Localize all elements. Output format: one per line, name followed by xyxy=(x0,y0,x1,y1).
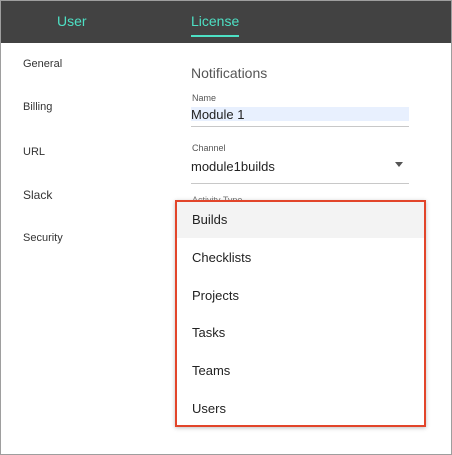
sidebar-item-slack[interactable]: Slack xyxy=(23,188,52,202)
channel-field-underline xyxy=(191,183,409,184)
dropdown-option-builds[interactable]: Builds xyxy=(177,202,424,238)
settings-window: User License General Billing URL Slack S… xyxy=(0,0,452,455)
tab-user[interactable]: User xyxy=(57,13,87,29)
dropdown-option-label: Projects xyxy=(192,288,239,303)
dropdown-option-label: Tasks xyxy=(192,325,226,340)
name-field[interactable] xyxy=(191,107,409,121)
dropdown-option-teams[interactable]: Teams xyxy=(177,353,424,389)
dropdown-option-users[interactable]: Users xyxy=(177,391,424,427)
chevron-down-icon xyxy=(395,162,403,167)
active-tab-indicator xyxy=(191,35,239,37)
sidebar-item-url[interactable]: URL xyxy=(23,146,45,158)
dropdown-option-label: Checklists xyxy=(192,250,252,265)
dropdown-option-checklists[interactable]: Checklists xyxy=(177,240,424,276)
name-field-underline xyxy=(191,126,409,127)
tab-license[interactable]: License xyxy=(191,13,239,29)
channel-select[interactable]: module1builds xyxy=(189,151,411,185)
dropdown-option-tasks[interactable]: Tasks xyxy=(177,315,424,351)
name-field-label: Name xyxy=(192,93,217,103)
dropdown-option-label: Teams xyxy=(192,363,231,378)
dropdown-option-label: Builds xyxy=(192,212,228,227)
top-nav-bar: User License xyxy=(1,1,451,43)
dropdown-option-label: Users xyxy=(192,401,226,416)
sidebar-item-general[interactable]: General xyxy=(23,58,62,70)
sidebar-item-billing[interactable]: Billing xyxy=(23,101,52,113)
dropdown-option-projects[interactable]: Projects xyxy=(177,278,424,314)
channel-select-value: module1builds xyxy=(191,159,275,174)
section-title: Notifications xyxy=(191,65,268,81)
activity-type-dropdown: Builds Checklists Projects Tasks Teams U… xyxy=(175,200,426,427)
sidebar-item-security[interactable]: Security xyxy=(23,232,63,244)
